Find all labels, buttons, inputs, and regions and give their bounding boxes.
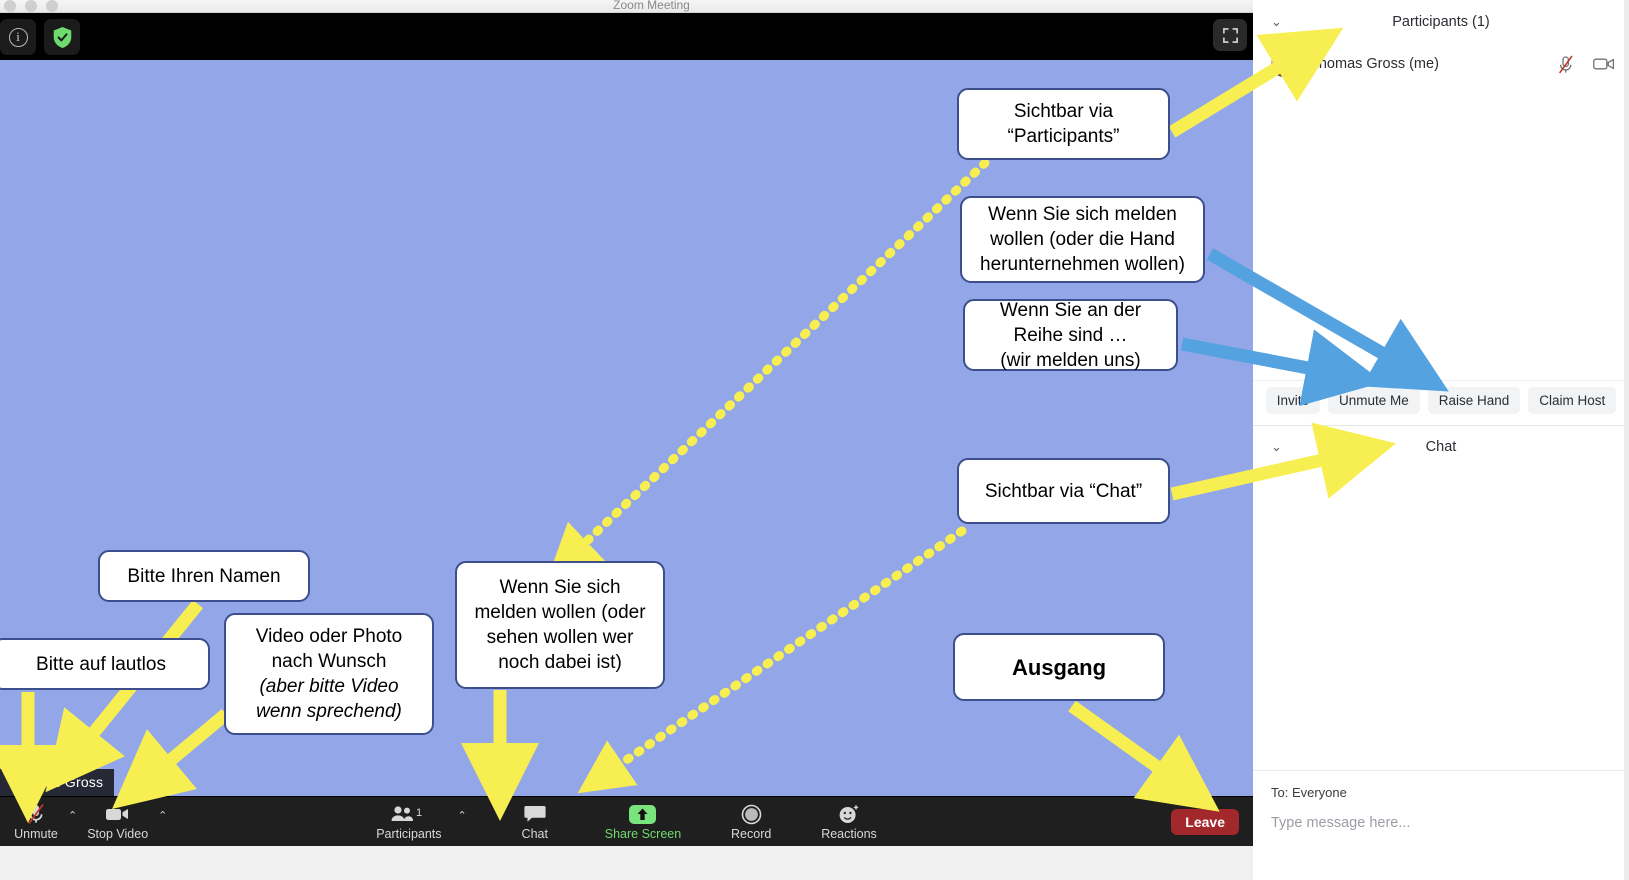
- unmute-me-button[interactable]: Unmute Me: [1327, 387, 1420, 414]
- callout-melden-oder-hand: Wenn Sie sich melden wollen (oder die Han…: [960, 196, 1205, 283]
- callout-video-oder-photo: Video oder Photo nach Wunsch (aber bitte …: [224, 613, 434, 735]
- record-circle-icon: [741, 804, 762, 825]
- side-panel-scrollbar[interactable]: [1624, 0, 1629, 880]
- leave-meeting-button[interactable]: Leave: [1171, 809, 1239, 835]
- callout-text: Bitte auf lautlos: [36, 653, 166, 675]
- chat-message-list: [1253, 467, 1629, 770]
- reactions-label: Reactions: [821, 826, 877, 841]
- enter-fullscreen-button[interactable]: [1213, 19, 1247, 51]
- raise-hand-button[interactable]: Raise Hand: [1427, 387, 1521, 414]
- chat-message-input[interactable]: Type message here...: [1271, 815, 1410, 831]
- participant-name: Thomas Gross (me): [1310, 56, 1439, 72]
- callout-bitte-auf-lautlos: Bitte auf lautlos: [0, 638, 210, 690]
- reactions-button[interactable]: Reactions: [815, 797, 883, 847]
- chat-button[interactable]: Chat: [507, 797, 563, 847]
- chat-panel-title: Chat: [1425, 438, 1457, 455]
- participants-options-caret[interactable]: ⌃: [454, 811, 471, 822]
- meeting-topbar: i: [0, 13, 1253, 60]
- callout-ausgang: Ausgang: [953, 633, 1165, 701]
- callout-sichtbar-chat: Sichtbar via “Chat”: [957, 458, 1170, 524]
- chat-bubble-icon: [524, 804, 546, 825]
- side-panel: ⌄ Participants (1) Thomas Gross (me) Inv…: [1253, 0, 1629, 880]
- info-icon: i: [8, 27, 28, 47]
- security-shield-icon: [53, 26, 71, 48]
- reactions-smiley-icon: [838, 804, 860, 825]
- callout-text: Video oder Photo nach Wunsch: [255, 626, 403, 672]
- callout-bitte-ihren-namen: Bitte Ihren Namen: [98, 550, 310, 602]
- participants-icon: 1: [390, 804, 428, 825]
- callout-text: Ausgang: [1011, 654, 1107, 680]
- chat-composer: To: Everyone Type message here...: [1253, 770, 1629, 880]
- participants-panel-header: ⌄ Participants (1): [1253, 0, 1629, 44]
- callout-text: Sichtbar via “Chat”: [984, 480, 1143, 502]
- chat-panel-header: ⌄ Chat: [1253, 425, 1629, 467]
- chevron-down-icon[interactable]: ⌄: [1271, 14, 1282, 30]
- share-screen-label: Share Screen: [604, 826, 682, 841]
- meeting-toolbar: Unmute ⌃ Stop Video ⌃ 1 Participants ⌃ C…: [0, 796, 1253, 846]
- record-label: Record: [731, 826, 772, 841]
- callout-text-italic: (aber bitte Video wenn sprechend): [256, 676, 402, 722]
- chat-recipient-label[interactable]: To: Everyone: [1271, 785, 1347, 800]
- callout-text: Sichtbar via “Participants”: [1007, 101, 1120, 147]
- share-screen-arrow-icon: [629, 804, 657, 825]
- callout-an-der-reihe: Wenn Sie an der Reihe sind … (wir melden u…: [963, 299, 1178, 371]
- callout-melden-oder-sehen: Wenn Sie sich melden wollen (oder sehen wo…: [455, 561, 665, 689]
- security-button[interactable]: [44, 19, 80, 55]
- callout-text: Wenn Sie sich melden wollen (oder sehen wo…: [474, 577, 646, 673]
- invite-button[interactable]: Invite: [1265, 387, 1320, 414]
- window-titlebar: Zoom Meeting: [0, 0, 1303, 13]
- toolbar-center-group: 1 Participants ⌃ Chat Share Screen Recor…: [0, 797, 1253, 847]
- participants-button[interactable]: 1 Participants: [370, 797, 447, 847]
- participant-row[interactable]: Thomas Gross (me): [1253, 44, 1629, 84]
- meeting-info-button[interactable]: i: [0, 19, 36, 55]
- participant-status-icons: [1557, 55, 1615, 74]
- chevron-down-icon[interactable]: ⌄: [1271, 439, 1282, 455]
- callout-sichtbar-participants: Sichtbar via “Participants”: [957, 88, 1170, 160]
- share-screen-button[interactable]: Share Screen: [599, 797, 687, 847]
- topbar-left-icons: i: [0, 19, 80, 55]
- microphone-muted-icon: [1558, 55, 1573, 73]
- chat-label: Chat: [521, 826, 548, 841]
- self-view-name-label: Thomas Gross: [0, 769, 115, 796]
- camera-icon: [1593, 58, 1615, 70]
- avatar: [1271, 51, 1297, 77]
- participants-label: Participants: [376, 826, 442, 841]
- fullscreen-icon: [1222, 27, 1238, 43]
- callout-text: Bitte Ihren Namen: [127, 565, 281, 587]
- record-button[interactable]: Record: [723, 797, 779, 847]
- participants-action-buttons: Invite Unmute Me Raise Hand Claim Host: [1253, 380, 1629, 420]
- window-title: Zoom Meeting: [613, 0, 690, 12]
- callout-text: Wenn Sie sich melden wollen (oder die Han…: [980, 204, 1185, 275]
- screenshot-root: Zoom Meeting i Thomas Gross Unmute ⌃ Sto…: [0, 0, 1629, 880]
- svg-text:1: 1: [416, 807, 422, 819]
- claim-host-button[interactable]: Claim Host: [1528, 387, 1617, 414]
- participants-panel-title: Participants (1): [1392, 13, 1490, 30]
- callout-text: Wenn Sie an der Reihe sind … (wir melden u…: [999, 299, 1142, 371]
